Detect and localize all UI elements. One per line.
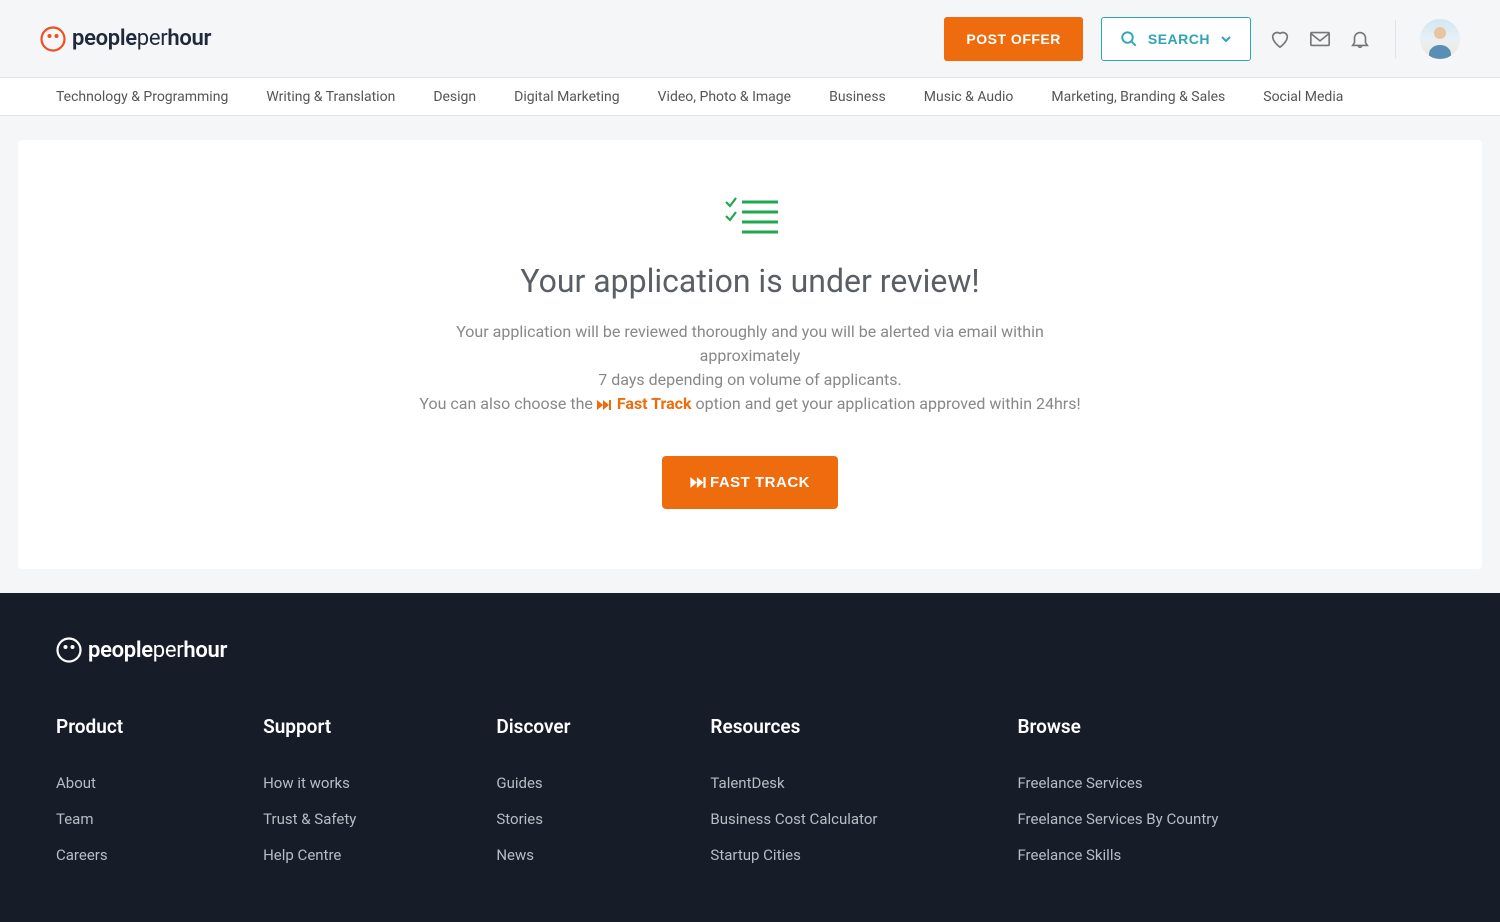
post-offer-button[interactable]: POST OFFER [944, 17, 1082, 61]
status-line3-pre: You can also choose the [419, 394, 597, 413]
nav-item-marketing[interactable]: Marketing, Branding & Sales [1051, 89, 1225, 105]
envelope-icon [1309, 28, 1331, 50]
nav-item-technology[interactable]: Technology & Programming [56, 89, 228, 105]
chevron-down-icon [1220, 33, 1232, 45]
header-divider [1395, 20, 1396, 58]
footer-link-stories[interactable]: Stories [496, 810, 570, 828]
search-icon [1120, 30, 1138, 48]
fast-forward-icon [597, 399, 611, 411]
logo-text: peopleperhour [72, 26, 211, 51]
nav-item-business[interactable]: Business [829, 89, 886, 105]
logo-icon [40, 26, 66, 52]
footer-link-freelance-country[interactable]: Freelance Services By Country [1017, 810, 1218, 828]
footer-col-discover: Discover Guides Stories News [496, 715, 570, 882]
footer-col-product: Product About Team Careers [56, 715, 123, 882]
nav-item-video[interactable]: Video, Photo & Image [658, 89, 791, 105]
status-description: Your application will be reviewed thorou… [410, 320, 1090, 416]
logo[interactable]: peopleperhour [40, 26, 211, 52]
fast-track-link[interactable]: Fast Track [597, 394, 692, 413]
notifications-button[interactable] [1349, 28, 1371, 50]
footer-link-news[interactable]: News [496, 846, 570, 864]
footer-link-business-cost[interactable]: Business Cost Calculator [710, 810, 877, 828]
checklist-icon [720, 196, 780, 238]
site-footer: peopleperhour Product About Team Careers… [0, 593, 1500, 922]
footer-logo-text: peopleperhour [88, 638, 227, 663]
main-content: Your application is under review! Your a… [0, 116, 1500, 593]
header-right: POST OFFER SEARCH [944, 17, 1460, 61]
search-label: SEARCH [1148, 31, 1210, 47]
user-avatar[interactable] [1420, 19, 1460, 59]
nav-item-digital-marketing[interactable]: Digital Marketing [514, 89, 619, 105]
footer-link-team[interactable]: Team [56, 810, 123, 828]
nav-item-social[interactable]: Social Media [1263, 89, 1343, 105]
fast-track-button-label: FAST TRACK [710, 474, 810, 491]
header-left: peopleperhour [40, 26, 211, 52]
footer-col-title: Product [56, 715, 123, 738]
footer-col-browse: Browse Freelance Services Freelance Serv… [1017, 715, 1218, 882]
fast-track-button[interactable]: FAST TRACK [662, 456, 838, 509]
footer-columns: Product About Team Careers Support How i… [56, 715, 1444, 882]
footer-link-careers[interactable]: Careers [56, 846, 123, 864]
footer-link-help-centre[interactable]: Help Centre [263, 846, 356, 864]
footer-col-resources: Resources TalentDesk Business Cost Calcu… [710, 715, 877, 882]
footer-col-title: Browse [1017, 715, 1218, 738]
footer-col-title: Support [263, 715, 356, 738]
fast-forward-icon [690, 476, 706, 489]
footer-link-talentdesk[interactable]: TalentDesk [710, 774, 877, 792]
footer-link-guides[interactable]: Guides [496, 774, 570, 792]
footer-link-how-it-works[interactable]: How it works [263, 774, 356, 792]
logo-icon [56, 637, 82, 663]
application-status-card: Your application is under review! Your a… [18, 140, 1482, 569]
messages-button[interactable] [1309, 28, 1331, 50]
search-button[interactable]: SEARCH [1101, 17, 1251, 61]
footer-link-freelance-skills[interactable]: Freelance Skills [1017, 846, 1218, 864]
favorites-button[interactable] [1269, 28, 1291, 50]
page-title: Your application is under review! [58, 262, 1442, 300]
footer-link-startup-cities[interactable]: Startup Cities [710, 846, 877, 864]
footer-col-support: Support How it works Trust & Safety Help… [263, 715, 356, 882]
nav-item-design[interactable]: Design [433, 89, 476, 105]
main-header: peopleperhour POST OFFER SEARCH [0, 0, 1500, 78]
status-line2: 7 days depending on volume of applicants… [598, 370, 902, 389]
footer-logo[interactable]: peopleperhour [56, 637, 1444, 663]
nav-item-music[interactable]: Music & Audio [924, 89, 1014, 105]
footer-link-trust-safety[interactable]: Trust & Safety [263, 810, 356, 828]
heart-icon [1269, 28, 1291, 50]
footer-col-title: Resources [710, 715, 877, 738]
bell-icon [1349, 28, 1371, 50]
status-line1: Your application will be reviewed thorou… [456, 322, 1044, 365]
footer-link-freelance-services[interactable]: Freelance Services [1017, 774, 1218, 792]
nav-item-writing[interactable]: Writing & Translation [266, 89, 395, 105]
category-nav: Technology & Programming Writing & Trans… [0, 78, 1500, 116]
footer-link-about[interactable]: About [56, 774, 123, 792]
footer-col-title: Discover [496, 715, 570, 738]
status-line3-post: option and get your application approved… [692, 394, 1081, 413]
